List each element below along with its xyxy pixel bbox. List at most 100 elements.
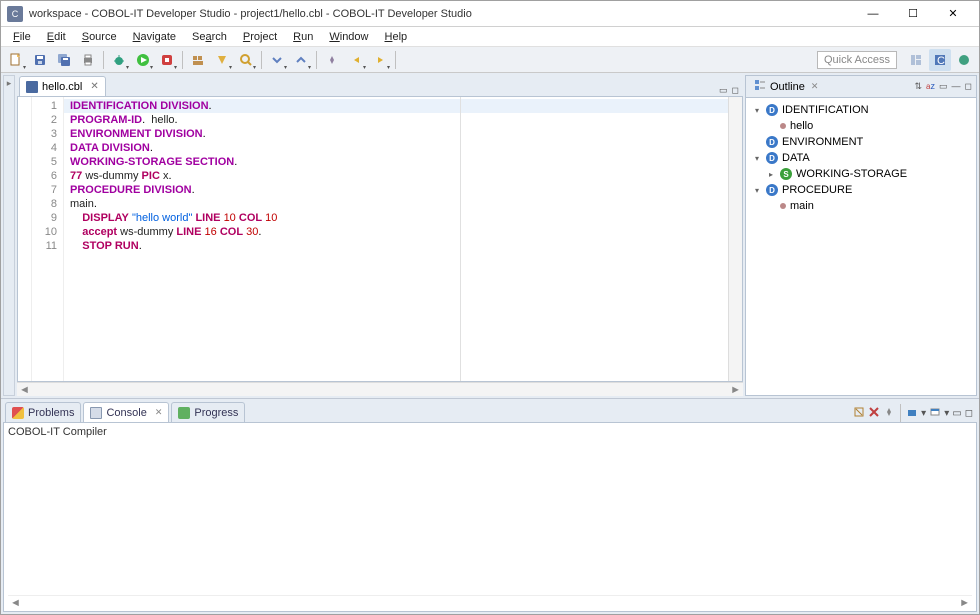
code-line[interactable]: main. [64, 197, 728, 211]
external-tools-button[interactable] [156, 49, 178, 71]
minimize-outline-icon[interactable]: — [952, 81, 961, 92]
outline-node[interactable]: ▸SWORKING-STORAGE [752, 166, 970, 182]
debug-perspective-button[interactable] [953, 49, 975, 71]
tree-twist-icon[interactable]: ▾ [752, 186, 762, 195]
svg-text:C: C [937, 55, 945, 67]
tree-twist-icon[interactable]: ▸ [766, 170, 776, 179]
debug-button[interactable] [108, 49, 130, 71]
console-open-icon[interactable] [929, 406, 941, 421]
console-display-icon[interactable]: ▾ [921, 408, 926, 419]
minimize-bottom-icon[interactable]: ▭ [952, 408, 961, 419]
tab-problems[interactable]: Problems [5, 402, 81, 422]
code-line[interactable]: IDENTIFICATION DIVISION. [64, 99, 728, 113]
outline-node[interactable]: hello [752, 118, 970, 134]
code-line[interactable]: 77 ws-dummy PIC x. [64, 169, 728, 183]
maximize-bottom-icon[interactable]: ◻ [965, 408, 973, 419]
outline-tree[interactable]: ▾DIDENTIFICATIONhelloDENVIRONMENT▾DDATA▸… [746, 98, 976, 395]
code-line[interactable]: PROCEDURE DIVISION. [64, 183, 728, 197]
outline-node[interactable]: ▾DIDENTIFICATION [752, 102, 970, 118]
outline-sort-icon[interactable]: ⇅ [915, 81, 923, 92]
close-tab-icon[interactable]: ✕ [90, 81, 98, 92]
tab-console[interactable]: Console✕ [83, 402, 169, 422]
tree-twist-icon[interactable]: ▾ [752, 106, 762, 115]
outline-tab[interactable]: Outline ✕ [750, 77, 822, 96]
code-line[interactable]: ENVIRONMENT DIVISION. [64, 127, 728, 141]
cobol-perspective-button[interactable]: C [929, 49, 951, 71]
outline-node[interactable]: DENVIRONMENT [752, 134, 970, 150]
prev-annotation-button[interactable] [290, 49, 312, 71]
outline-tabbar: Outline ✕ ⇅ az ▭ — ◻ [746, 76, 976, 98]
editor-hscrollbar[interactable]: ◄► [17, 382, 743, 396]
minimize-button[interactable]: — [853, 3, 893, 25]
console-pin-icon[interactable] [883, 406, 895, 421]
save-all-button[interactable] [53, 49, 75, 71]
forward-button[interactable] [369, 49, 391, 71]
outline-area: Outline ✕ ⇅ az ▭ — ◻ ▾DIDENTIFICATIONhel… [745, 75, 977, 396]
open-type-button[interactable] [211, 49, 233, 71]
menubar: File Edit Source Navigate Search Project… [1, 27, 979, 47]
menu-edit[interactable]: Edit [39, 29, 74, 45]
editor-tab-label: hello.cbl [42, 81, 82, 93]
tree-node-label: PROCEDURE [782, 184, 852, 196]
code-line[interactable]: DATA DIVISION. [64, 141, 728, 155]
editor[interactable]: 1234567891011 IDENTIFICATION DIVISION.PR… [17, 97, 743, 382]
next-annotation-button[interactable] [266, 49, 288, 71]
editor-tab-hello[interactable]: hello.cbl ✕ [19, 76, 106, 96]
outline-az-icon[interactable]: az [926, 81, 935, 92]
menu-file[interactable]: File [5, 29, 39, 45]
progress-icon [178, 407, 190, 419]
tree-node-label: WORKING-STORAGE [796, 168, 907, 180]
print-button[interactable] [77, 49, 99, 71]
new-button[interactable] [5, 49, 27, 71]
menu-project[interactable]: Project [235, 29, 285, 45]
run-button[interactable] [132, 49, 154, 71]
close-outline-icon[interactable]: ✕ [811, 81, 819, 92]
code-line[interactable]: accept ws-dummy LINE 16 COL 30. [64, 225, 728, 239]
save-button[interactable] [29, 49, 51, 71]
tree-twist-icon[interactable]: ▾ [752, 154, 762, 163]
breakpoint-ruler[interactable] [18, 97, 32, 381]
menu-search[interactable]: Search [184, 29, 235, 45]
maximize-editor-icon[interactable]: ◻ [732, 85, 739, 96]
console-output[interactable] [8, 439, 972, 595]
quick-access-field[interactable]: Quick Access [817, 51, 897, 69]
menu-window[interactable]: Window [321, 29, 376, 45]
code-line[interactable]: PROGRAM-ID. hello. [64, 113, 728, 127]
code-line[interactable]: STOP RUN. [64, 239, 728, 253]
outline-node[interactable]: ▾DDATA [752, 150, 970, 166]
maximize-button[interactable]: ☐ [893, 3, 933, 25]
restore-view-icon[interactable]: ▸ [7, 78, 12, 89]
outline-node[interactable]: main [752, 198, 970, 214]
tree-node-icon: D [766, 152, 778, 164]
minimize-editor-icon[interactable]: ▭ [719, 85, 728, 96]
maximize-outline-icon[interactable]: ◻ [965, 81, 972, 92]
console-body: COBOL-IT Compiler ◄► [3, 423, 977, 612]
console-remove-icon[interactable] [868, 406, 880, 421]
code-area[interactable]: IDENTIFICATION DIVISION.PROGRAM-ID. hell… [64, 97, 728, 381]
menu-navigate[interactable]: Navigate [125, 29, 184, 45]
code-line[interactable]: WORKING-STORAGE SECTION. [64, 155, 728, 169]
code-line[interactable]: DISPLAY "hello world" LINE 10 COL 10 [64, 211, 728, 225]
console-new-icon[interactable]: ▾ [944, 408, 949, 419]
editor-vscrollbar[interactable] [728, 97, 742, 381]
close-console-icon[interactable]: ✕ [155, 407, 163, 418]
line-number-ruler: 1234567891011 [32, 97, 64, 381]
toolbar-separator [261, 51, 262, 69]
console-toolbar: ▾ ▾ ▭ ◻ [849, 404, 977, 422]
outline-collapse-icon[interactable]: ▭ [939, 81, 948, 92]
menu-help[interactable]: Help [377, 29, 416, 45]
pin-editor-button[interactable] [321, 49, 343, 71]
console-clear-icon[interactable] [853, 406, 865, 421]
close-button[interactable]: ✕ [933, 3, 973, 25]
open-perspective-button[interactable] [905, 49, 927, 71]
back-button[interactable] [345, 49, 367, 71]
menu-source[interactable]: Source [74, 29, 125, 45]
menu-run[interactable]: Run [285, 29, 321, 45]
console-hscrollbar[interactable]: ◄► [8, 595, 972, 609]
search-button[interactable] [235, 49, 257, 71]
column-ruler [460, 97, 461, 381]
tab-progress[interactable]: Progress [171, 402, 245, 422]
build-button[interactable] [187, 49, 209, 71]
outline-node[interactable]: ▾DPROCEDURE [752, 182, 970, 198]
console-scroll-lock-icon[interactable] [906, 406, 918, 421]
